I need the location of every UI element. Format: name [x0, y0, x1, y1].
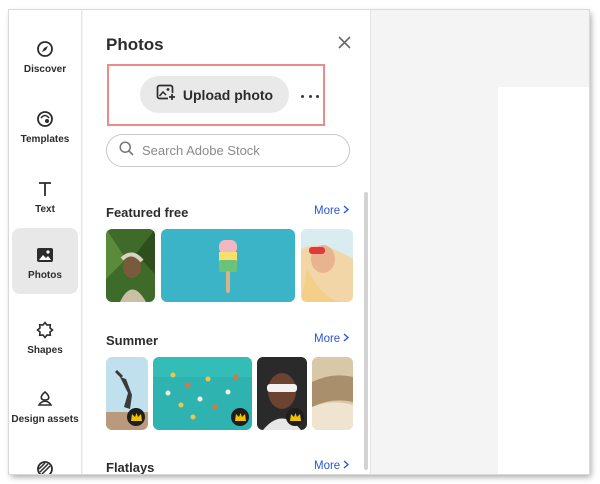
chevron-right-icon [343, 333, 350, 345]
photos-panel: Photos Upload photo Search Adobe Stock F… [83, 10, 371, 474]
section-title-featured-free: Featured free [106, 205, 189, 220]
search-icon [119, 140, 134, 161]
premium-crown-icon [231, 408, 249, 426]
search-placeholder: Search Adobe Stock [142, 143, 260, 158]
dot [316, 94, 319, 98]
more-link-label: More [314, 460, 341, 472]
upload-photo-label: Upload photo [182, 86, 274, 103]
chevron-right-icon [343, 205, 350, 217]
rail-label: Templates [20, 134, 70, 145]
rail-label: Design assets [11, 414, 79, 425]
upload-highlight-box: Upload photo [107, 64, 325, 126]
rail-label: Text [35, 204, 55, 215]
rail-item-text[interactable]: Text [12, 162, 78, 228]
rail-label: Shapes [27, 345, 63, 356]
image-upload-icon [156, 83, 176, 106]
rail-label: Discover [23, 64, 67, 75]
panel-scrollbar[interactable] [364, 192, 368, 470]
search-input[interactable]: Search Adobe Stock [106, 134, 350, 167]
photo-thumbnail-summer-4[interactable] [312, 357, 353, 430]
more-link-label: More [314, 333, 341, 345]
shapes-icon [35, 320, 55, 340]
photo-thumbnail-featured-2[interactable] [161, 229, 295, 302]
backgrounds-icon [35, 459, 55, 474]
chevron-right-icon [343, 460, 350, 472]
design-canvas[interactable] [498, 87, 589, 474]
rail-item-shapes[interactable]: Shapes [12, 303, 78, 369]
app-window: Discover Templates Text Photos Shapes De… [9, 10, 589, 474]
upload-photo-button[interactable]: Upload photo [140, 76, 289, 113]
photo-thumbnail-summer-3[interactable] [257, 357, 307, 430]
dot [308, 94, 312, 98]
compass-icon [35, 39, 55, 59]
section-title-summer: Summer [106, 333, 159, 348]
rail-item-templates[interactable]: Templates [12, 92, 78, 158]
rail-item-design-assets[interactable]: Design assets [11, 372, 79, 438]
close-icon [337, 36, 351, 54]
dot [301, 94, 304, 98]
more-link-label: More [314, 205, 341, 217]
more-link-summer[interactable]: More [314, 333, 350, 345]
text-icon [35, 179, 55, 199]
more-link-featured-free[interactable]: More [314, 205, 350, 217]
design-assets-icon [35, 389, 55, 409]
rail-item-photos[interactable]: Photos [12, 228, 78, 294]
premium-crown-icon [127, 408, 145, 426]
templates-icon [35, 109, 55, 129]
more-link-flatlays[interactable]: More [314, 460, 350, 472]
photo-thumbnail-featured-1[interactable] [106, 229, 155, 302]
rail-item-discover[interactable]: Discover [12, 22, 78, 88]
photo-icon [35, 245, 55, 265]
panel-title: Photos [106, 35, 164, 54]
photo-thumbnail-featured-3[interactable] [301, 229, 353, 302]
more-options-button[interactable] [301, 91, 319, 101]
close-button[interactable] [334, 35, 354, 55]
left-rail: Discover Templates Text Photos Shapes De… [9, 10, 82, 474]
photo-thumbnail-summer-1[interactable] [106, 357, 148, 430]
rail-label: Photos [28, 270, 62, 281]
section-title-flatlays: Flatlays [106, 460, 155, 474]
photo-thumbnail-summer-2[interactable] [153, 357, 252, 430]
rail-item-backgrounds[interactable] [12, 442, 78, 474]
premium-crown-icon [286, 408, 304, 426]
